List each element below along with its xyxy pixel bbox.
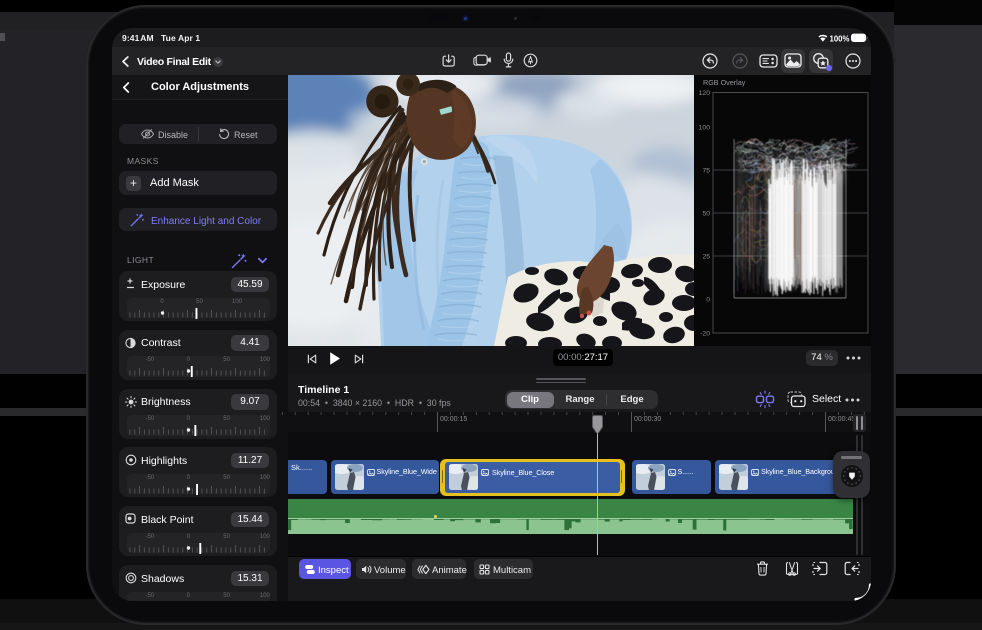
svg-text:25: 25 bbox=[702, 253, 710, 260]
svg-text:00:00:30: 00:00:30 bbox=[634, 416, 661, 423]
svg-text:00:00:15: 00:00:15 bbox=[440, 416, 467, 423]
svg-text:-20: -20 bbox=[700, 330, 710, 337]
svg-text:100: 100 bbox=[699, 124, 711, 131]
svg-text:120: 120 bbox=[699, 90, 711, 97]
svg-text:RGB Overlay: RGB Overlay bbox=[703, 78, 746, 87]
svg-text:75: 75 bbox=[702, 167, 710, 174]
svg-text:00:00:45: 00:00:45 bbox=[828, 416, 855, 423]
svg-text:0: 0 bbox=[706, 296, 710, 303]
svg-text:50: 50 bbox=[702, 210, 710, 217]
